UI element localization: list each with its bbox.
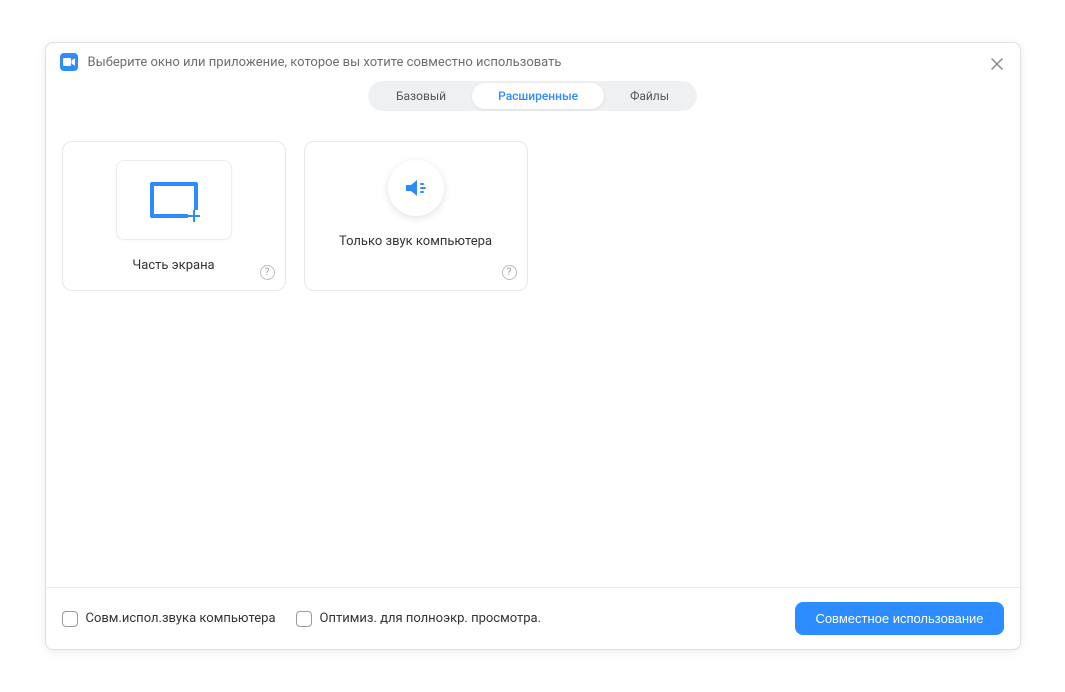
tabs: Базовый Расширенные Файлы	[368, 81, 697, 111]
checkbox-box	[62, 611, 78, 627]
option-screen-portion[interactable]: Часть экрана ?	[62, 141, 286, 291]
checkbox-share-audio[interactable]: Совм.испол.звука компьютера	[62, 611, 276, 627]
tab-files[interactable]: Файлы	[604, 83, 695, 109]
checkbox-optimize-video[interactable]: Оптимиз. для полноэкр. просмотра.	[296, 611, 542, 627]
share-button[interactable]: Совместное использование	[795, 602, 1003, 635]
speaker-icon	[402, 174, 430, 202]
option-computer-audio[interactable]: Только звук компьютера ?	[304, 141, 528, 291]
zoom-logo-icon	[60, 53, 78, 71]
help-icon[interactable]: ?	[260, 265, 275, 280]
screen-portion-icon	[150, 182, 198, 218]
audio-icon-circle	[388, 160, 444, 216]
option-label: Только звук компьютера	[339, 234, 492, 249]
dialog-footer: Совм.испол.звука компьютера Оптимиз. для…	[46, 587, 1020, 649]
dialog-title: Выберите окно или приложение, которое вы…	[88, 55, 562, 70]
option-label: Часть экрана	[132, 258, 214, 273]
tabs-container: Базовый Расширенные Файлы	[46, 77, 1020, 119]
checkbox-box	[296, 611, 312, 627]
checkbox-label: Совм.испол.звука компьютера	[86, 611, 276, 626]
dialog-header: Выберите окно или приложение, которое вы…	[46, 43, 1020, 77]
close-button[interactable]	[988, 55, 1006, 73]
checkbox-label: Оптимиз. для полноэкр. просмотра.	[320, 611, 542, 626]
tab-basic[interactable]: Базовый	[370, 83, 472, 109]
screen-portion-thumbnail	[116, 160, 232, 240]
tab-advanced[interactable]: Расширенные	[472, 83, 604, 109]
share-dialog: Выберите окно или приложение, которое вы…	[45, 42, 1021, 650]
close-icon	[991, 58, 1003, 70]
options-grid: Часть экрана ? Только звук компьютера ?	[46, 119, 1020, 587]
help-icon[interactable]: ?	[502, 265, 517, 280]
